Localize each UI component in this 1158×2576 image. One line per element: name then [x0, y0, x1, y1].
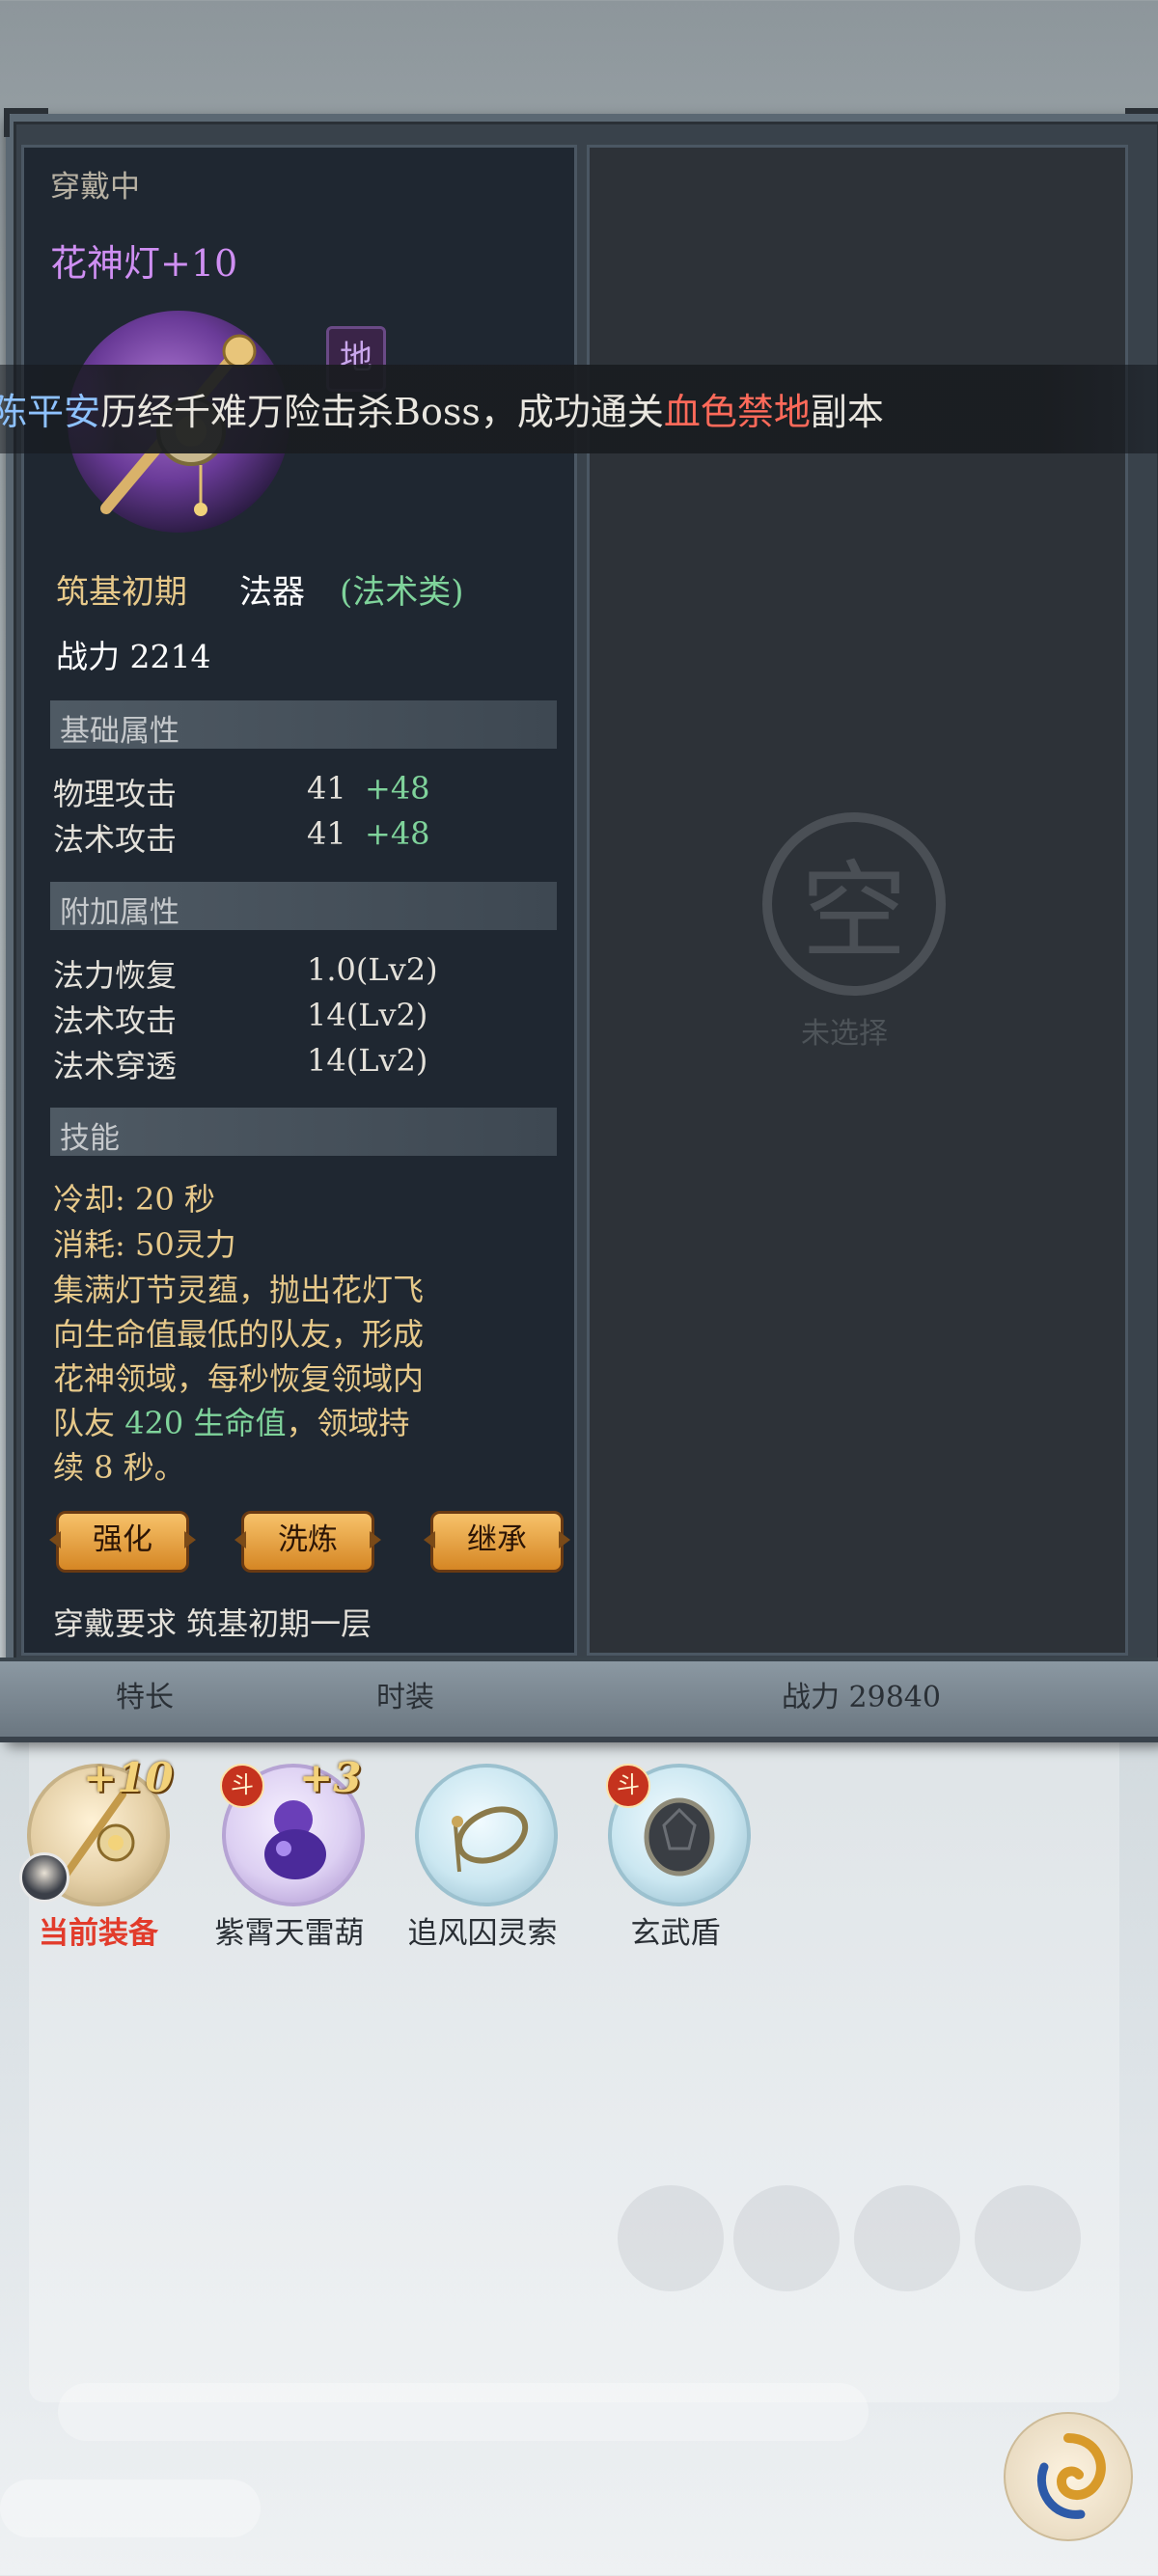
attr-bonus: +48 [365, 770, 430, 807]
background-skill-slot [733, 2185, 840, 2291]
equip-label: 玄武盾 [630, 1916, 721, 1951]
power-value: 2214 [129, 638, 211, 675]
attr-value: 41 [307, 770, 346, 807]
background-skill-slot [975, 2185, 1081, 2291]
extra-attrs-header: 附加属性 [50, 882, 557, 930]
attr-bonus: +48 [365, 815, 430, 852]
tab-fashion[interactable]: 时装 [376, 1673, 434, 1715]
background-tab-bar [58, 2383, 868, 2441]
skill-cost: 消耗: 50灵力 [53, 1226, 236, 1263]
background-skill-slot [618, 2185, 724, 2291]
equip-label: 紫霄天雷葫 [214, 1916, 365, 1951]
broadcast-place: 血色禁地 [663, 391, 811, 433]
equip-level: +10 [83, 1754, 174, 1801]
broadcast-message: 陈平安历经千难万险击杀Boss，成功通关血色禁地副本 [0, 382, 884, 435]
skill-desc-text: 队友 [53, 1405, 125, 1441]
item-realm: 筑基初期 [56, 573, 187, 612]
base-attrs-header: 基础属性 [50, 700, 557, 749]
tab-specialty[interactable]: 特长 [116, 1673, 174, 1715]
background-panel [29, 1727, 1119, 2402]
wearing-label: 穿戴中 [50, 170, 140, 205]
wear-requirement: 穿戴要求 筑基初期一层 [53, 1605, 372, 1642]
equip-level: +3 [299, 1754, 362, 1801]
item-school: (法术类) [340, 573, 464, 612]
background-skill-slot [854, 2185, 960, 2291]
attr-label: 法术攻击 [53, 821, 178, 858]
skill-heal-amount: 420 生命值 [124, 1405, 287, 1441]
attr-value: 14(Lv2) [307, 1042, 428, 1079]
skill-desc-text: ，领域持 [286, 1405, 410, 1441]
extra-attrs-title: 附加属性 [60, 895, 179, 930]
unselected-label: 未选择 [801, 1017, 888, 1051]
refine-button[interactable]: 洗炼 [241, 1511, 374, 1573]
rope-icon [452, 1806, 529, 1873]
item-name: 花神灯+10 [50, 242, 238, 285]
attr-label: 物理攻击 [53, 776, 178, 812]
equip-badge: 斗 [606, 1764, 650, 1808]
broadcast-text: 历经千难万险击杀Boss，成功通关 [100, 391, 664, 433]
return-button[interactable] [1004, 2412, 1133, 2541]
equip-label: 当前装备 [39, 1916, 158, 1951]
equip-label: 追风囚灵索 [407, 1916, 558, 1951]
skill-desc-line: 集满灯节灵蕴，抛出花灯飞 [53, 1272, 425, 1308]
base-attrs-title: 基础属性 [60, 714, 179, 749]
item-power: 战力 2214 [56, 631, 210, 677]
broadcast-suffix: 副本 [810, 391, 884, 433]
attr-value: 14(Lv2) [307, 997, 428, 1033]
equip-slot-rope[interactable] [415, 1764, 558, 1906]
empty-slot-seal: 空 [762, 812, 946, 996]
skill-desc-line: 向生命值最低的队友，形成 [53, 1316, 425, 1353]
swirl-icon [1036, 2433, 1106, 2519]
inherit-button[interactable]: 继承 [430, 1511, 564, 1573]
skill-title: 技能 [60, 1121, 120, 1156]
item-kind: 法器 [239, 573, 305, 612]
attr-label: 法力恢复 [53, 957, 178, 994]
avatar [19, 1852, 69, 1903]
skill-cooldown: 冷却: 20 秒 [53, 1181, 215, 1218]
total-power: 战力 29840 [782, 1681, 941, 1714]
background-side-button [0, 2480, 261, 2537]
equip-badge: 斗 [220, 1764, 264, 1808]
skill-desc-line: 续 8 秒。 [53, 1449, 185, 1486]
strengthen-button[interactable]: 强化 [56, 1511, 189, 1573]
skill-header: 技能 [50, 1108, 557, 1156]
attr-label: 法术穿透 [53, 1048, 178, 1084]
attr-value: 1.0(Lv2) [307, 951, 438, 988]
power-label: 战力 [56, 638, 120, 675]
skill-desc-line: 花神领域，每秒恢复领域内 [53, 1360, 425, 1397]
dialog-bottom-bar [0, 1658, 1158, 1742]
broadcast-player-name[interactable]: 陈平安 [0, 391, 100, 433]
skill-desc-line: 队友 420 生命值，领域持 [53, 1399, 409, 1443]
attr-label: 法术攻击 [53, 1002, 178, 1039]
attr-value: 41 [307, 815, 346, 852]
